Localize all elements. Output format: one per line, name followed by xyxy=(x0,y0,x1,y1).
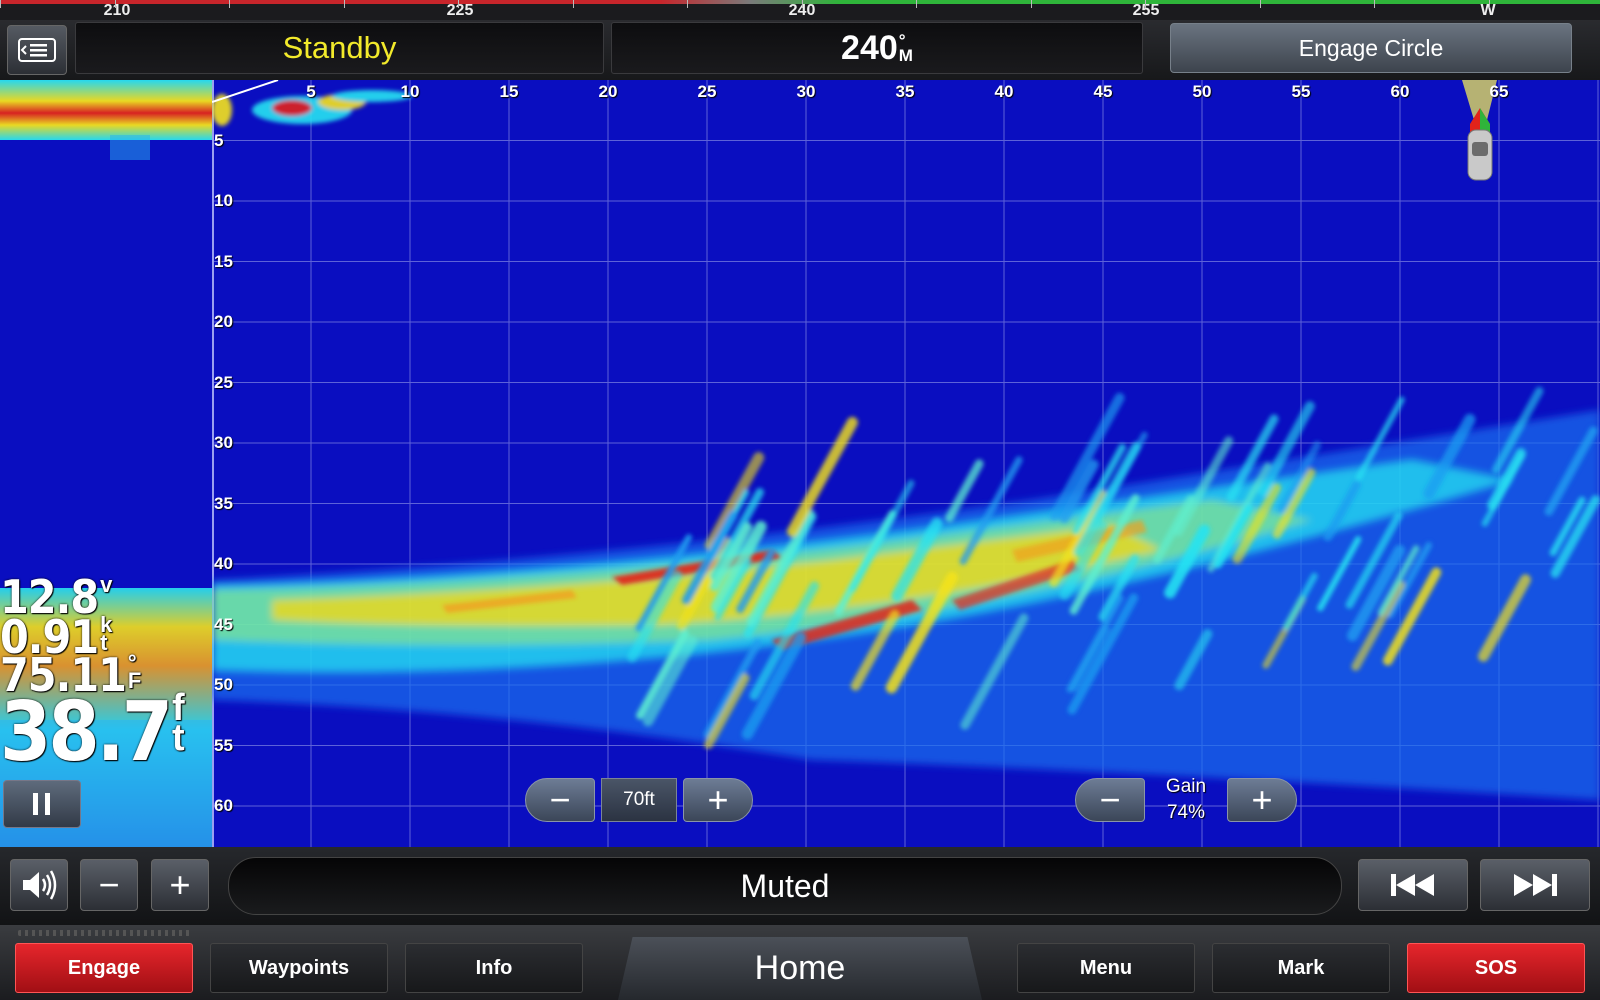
gain-display: Gain 74% xyxy=(1151,774,1221,826)
compass-tick xyxy=(1031,0,1032,8)
autopilot-status-text: Standby xyxy=(282,30,397,65)
range-label: 20 xyxy=(598,82,618,101)
range-label: 15 xyxy=(499,82,519,101)
depth-label: 40 xyxy=(214,554,233,573)
home-label: Home xyxy=(754,949,846,987)
gain-value: 74% xyxy=(1166,802,1206,823)
range-increase-button[interactable]: + xyxy=(683,778,753,822)
depth-label: 25 xyxy=(214,372,233,392)
compass-tick xyxy=(573,0,574,8)
engage-circle-button[interactable]: Engage Circle xyxy=(1170,23,1572,73)
range-label: 45 xyxy=(1093,82,1113,101)
compass-tick xyxy=(458,0,459,8)
depth-label: 20 xyxy=(214,312,233,331)
speed-unit: kt xyxy=(100,612,112,655)
media-status-text: Muted xyxy=(740,867,830,904)
mark-button[interactable]: Mark xyxy=(1212,943,1390,993)
depth-label: 5 xyxy=(214,130,224,150)
depth-label: 35 xyxy=(214,493,233,513)
compass-tick xyxy=(344,0,345,8)
compass-heading-strip: 210 225 240 255 W xyxy=(0,0,1600,21)
range-label: 25 xyxy=(697,82,717,101)
volume-up-button[interactable]: + xyxy=(151,859,209,911)
sonar-display xyxy=(212,80,1600,847)
compass-tick xyxy=(1374,0,1375,8)
depth-label: 60 xyxy=(214,796,233,815)
port-range-bar xyxy=(0,0,660,4)
compass-label: W xyxy=(1480,2,1496,19)
heading-value: 240 xyxy=(841,28,898,67)
sos-button[interactable]: SOS xyxy=(1407,943,1585,993)
compass-tick xyxy=(802,0,803,8)
depth-label: 15 xyxy=(214,251,233,271)
range-label: 35 xyxy=(895,82,915,101)
speaker-icon xyxy=(23,870,57,900)
list-menu-button[interactable] xyxy=(7,25,67,75)
speaker-button[interactable] xyxy=(10,859,68,911)
compass-tick xyxy=(687,0,688,8)
depth-label: 30 xyxy=(214,433,233,452)
compass-label: 210 xyxy=(103,2,131,19)
depth-label: 45 xyxy=(214,614,233,634)
heading-unit: ° M xyxy=(898,31,913,65)
range-label: 60 xyxy=(1390,82,1410,101)
grip-handle[interactable] xyxy=(18,930,190,936)
compass-tick xyxy=(0,0,1,8)
range-label: 5 xyxy=(306,82,316,101)
menu-button[interactable]: Menu xyxy=(1017,943,1195,993)
range-label: 65 xyxy=(1489,82,1509,101)
compass-tick xyxy=(1260,0,1261,8)
previous-track-button[interactable] xyxy=(1358,859,1468,911)
range-value: 70ft xyxy=(601,778,677,822)
pause-button[interactable] xyxy=(3,780,81,828)
pause-icon xyxy=(33,793,50,815)
home-button[interactable]: Home xyxy=(618,937,982,1000)
heading-display: 240 ° M xyxy=(611,22,1143,74)
gain-label: Gain xyxy=(1165,776,1207,797)
gain-decrease-button[interactable]: − xyxy=(1075,778,1145,822)
skip-back-icon xyxy=(1391,874,1434,896)
compass-label: 225 xyxy=(446,2,474,19)
bottom-nav: Engage Waypoints Info Home Menu Mark SOS xyxy=(0,925,1600,1000)
compass-tick xyxy=(916,0,917,8)
compass-tick xyxy=(1145,0,1146,8)
engage-circle-label: Engage Circle xyxy=(1298,34,1444,61)
compass-label: 255 xyxy=(1132,2,1160,19)
gain-control: − Gain 74% + xyxy=(1075,776,1297,823)
range-decrease-button[interactable]: − xyxy=(525,778,595,822)
voltage-unit: v xyxy=(100,572,112,597)
media-status: Muted xyxy=(228,857,1342,915)
depth-label: 50 xyxy=(214,675,233,694)
skip-forward-icon xyxy=(1514,874,1557,896)
compass-tick xyxy=(1489,0,1490,8)
depth-label: 55 xyxy=(214,735,233,755)
range-label: 50 xyxy=(1192,82,1212,101)
gain-increase-button[interactable]: + xyxy=(1227,778,1297,822)
depth-label: 10 xyxy=(214,191,233,210)
range-label: 40 xyxy=(994,82,1014,101)
media-bar: − + Muted xyxy=(0,847,1600,925)
top-bar: Standby 240 ° M Engage Circle xyxy=(0,20,1600,80)
range-label: 30 xyxy=(796,82,816,101)
compass-tick xyxy=(229,0,230,8)
depth-reading: 38.7 ft xyxy=(0,685,185,780)
compass-tick xyxy=(115,0,116,8)
engage-button[interactable]: Engage xyxy=(15,943,193,993)
range-control: − 70ft + xyxy=(525,778,753,822)
next-track-button[interactable] xyxy=(1480,859,1590,911)
range-label: 10 xyxy=(400,82,420,101)
range-label: 55 xyxy=(1291,82,1311,101)
volume-down-button[interactable]: − xyxy=(80,859,138,911)
info-button[interactable]: Info xyxy=(405,943,583,993)
sonar-view[interactable]: 5 10 15 20 25 30 35 40 45 50 55 60 65 5 10 15 20 25 30 35 4… xyxy=(0,80,1600,847)
list-menu-icon xyxy=(18,38,56,62)
autopilot-status: Standby xyxy=(75,22,604,74)
depth-unit: ft xyxy=(172,687,185,759)
waypoints-button[interactable]: Waypoints xyxy=(210,943,388,993)
